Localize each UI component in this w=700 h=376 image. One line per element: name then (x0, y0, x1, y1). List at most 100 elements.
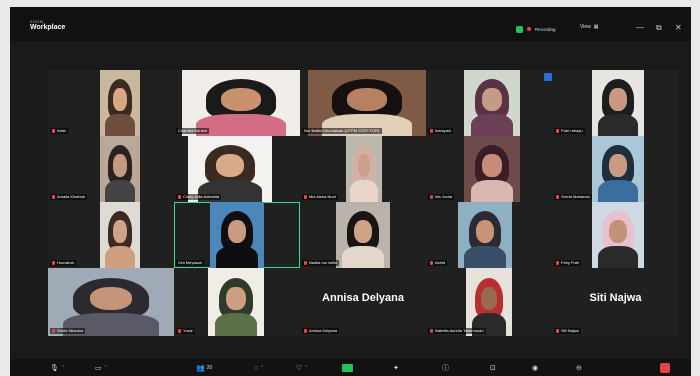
muted-mic-icon (556, 195, 559, 199)
participant-video (308, 70, 426, 136)
participant-tile[interactable]: Cindy Julia Antonela (174, 136, 300, 202)
apps-icon: ✦ (393, 365, 399, 372)
participant-video (188, 136, 272, 202)
record-icon: ◉ (532, 365, 539, 372)
participant-name: Shofa Nirwana (57, 328, 84, 333)
participant-tile[interactable]: Yuniz (174, 268, 300, 336)
muted-mic-icon (430, 329, 433, 333)
muted-mic-icon (52, 129, 55, 133)
participant-name: Nabella Aurelia Tasemunari (435, 328, 484, 333)
participant-name: Nadila nur latifa (309, 260, 337, 265)
leave-icon (660, 363, 670, 373)
video-face (609, 154, 627, 177)
recording-indicator[interactable]: Recording (516, 24, 556, 34)
participant-tile[interactable]: Chandra Kentoh (174, 70, 300, 136)
participant-name-label: Mia Aisha Nuni (302, 194, 338, 200)
participant-tile[interactable]: Amalia Khairiah (48, 136, 174, 202)
video-body (342, 245, 384, 268)
more-button[interactable]: ⊖ (576, 362, 582, 374)
share-screen-icon (342, 364, 353, 372)
participant-tile[interactable]: Mia Aisha Nuni (300, 136, 426, 202)
info-button[interactable]: ⓘ (442, 362, 449, 374)
chevron-up-icon: ⌃ (260, 365, 265, 371)
muted-mic-icon (556, 261, 559, 265)
participant-tile[interactable]: Siti Najwa Siti Najwa (552, 268, 679, 336)
muted-mic-icon (304, 261, 307, 265)
participant-tile[interactable]: Shofa Nirwana (48, 268, 174, 336)
participant-video (592, 202, 644, 268)
muted-mic-icon (304, 195, 307, 199)
apps-button[interactable]: ✦ (393, 362, 399, 374)
participant-name-label: Nadila nur latifa (302, 260, 339, 266)
participant-video (592, 136, 644, 202)
participants-icon: 👥 (196, 365, 205, 372)
participants-button[interactable]: 👥 20 (196, 362, 212, 374)
video-face (475, 220, 495, 243)
rooms-button[interactable]: ⊡ (490, 362, 496, 374)
muted-mic-icon (178, 195, 181, 199)
participant-tile[interactable]: Humairoh (48, 202, 174, 268)
video-face (357, 154, 371, 177)
view-button[interactable]: View ▦ (580, 24, 598, 30)
leave-button[interactable] (660, 362, 670, 374)
participant-tile[interactable]: Nabella Aurelia Tasemunari (426, 268, 552, 336)
video-body (216, 245, 258, 268)
participant-gallery: irdah Chandra Kentoh Nur Balkis Khumaisah … (48, 70, 679, 336)
participant-video (210, 202, 264, 268)
participant-tile[interactable]: Nadila nur latifa (300, 202, 426, 268)
participant-tile[interactable]: Astrid (426, 202, 552, 268)
participant-tile[interactable]: Nur Balkis Khumaisah (UTPM STEP FOR) (300, 70, 426, 136)
video-face (346, 88, 388, 111)
participant-name-label: Nabella Aurelia Tasemunari (428, 328, 486, 334)
participant-name-label: Shofa Nirwana (50, 328, 86, 334)
app-title: Workplace (30, 24, 66, 31)
participant-name-label: irdah (50, 128, 68, 134)
participant-video (592, 70, 644, 136)
participant-name: Cindy Julia Antonela (183, 194, 220, 199)
video-face (482, 88, 502, 111)
video-body (104, 179, 136, 202)
video-face (220, 88, 262, 111)
rooms-icon: ⊡ (490, 365, 496, 372)
participant-tile[interactable]: Ida Juvita (426, 136, 552, 202)
video-body (470, 113, 514, 136)
video-button[interactable]: ▭ ⌃ (95, 362, 108, 374)
video-body (598, 179, 638, 202)
participant-video (208, 268, 264, 336)
participant-name-label: ismayani (428, 128, 453, 134)
participant-tile[interactable]: Annisa Delyana Annisa Delyana (300, 268, 426, 336)
participant-video (336, 202, 390, 268)
participant-name-label: Yuniz (176, 328, 195, 334)
share-screen-button[interactable] (342, 362, 353, 374)
chevron-up-icon: ⌃ (304, 365, 309, 371)
chevron-up-icon: ⌃ (103, 365, 108, 371)
video-body (598, 245, 638, 268)
mute-button[interactable]: 🎙 ⌃ (50, 362, 65, 374)
participant-tile[interactable]: Putri rahayu (552, 70, 679, 136)
muted-mic-icon (556, 329, 559, 333)
security-shield-icon[interactable] (516, 25, 523, 33)
participant-name: Ida Juvita (435, 194, 453, 199)
participant-tile[interactable]: irdah (48, 70, 174, 136)
recording-dot-icon (527, 27, 531, 31)
participant-name: Mia Aisha Nuni (309, 194, 336, 199)
participant-tile[interactable]: Ora Meyasari (174, 202, 300, 268)
reactions-button[interactable]: ♡ ⌃ (296, 362, 308, 374)
close-button[interactable]: ✕ (675, 23, 682, 33)
video-face (215, 154, 245, 177)
participant-tile[interactable]: Selvia Maharani (552, 136, 679, 202)
chat-button[interactable]: ◌ ⌃ (254, 362, 264, 374)
participant-video (100, 70, 140, 136)
muted-mic-icon (430, 129, 433, 133)
video-face (353, 220, 373, 243)
participant-display-name: Annisa Delyana (322, 292, 404, 304)
video-face (609, 88, 627, 111)
participant-tile[interactable]: ismayani (426, 70, 552, 136)
participant-count: 20 (206, 365, 213, 371)
minimize-button[interactable]: — (636, 23, 644, 33)
participant-video (100, 136, 140, 202)
participant-tile[interactable]: Feby Putri (552, 202, 679, 268)
record-button[interactable]: ◉ (532, 362, 538, 374)
participant-video (458, 202, 512, 268)
restore-button[interactable]: ⧉ (656, 23, 662, 33)
